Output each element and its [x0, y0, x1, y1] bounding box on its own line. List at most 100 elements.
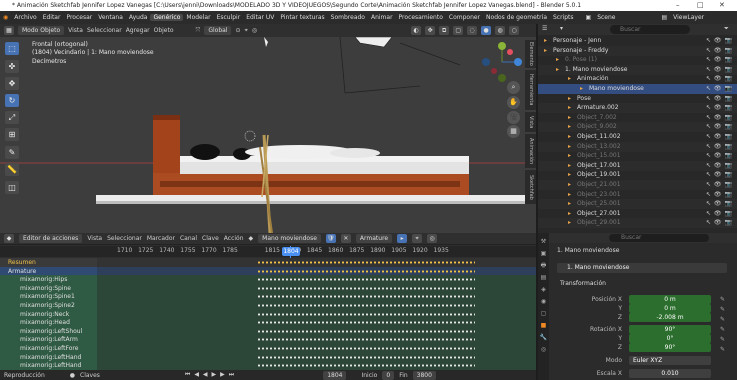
outliner-row[interactable]: ▸ Object_19.001 ↖👁📷 [538, 170, 737, 180]
expand-arrow-icon[interactable]: ▸ [568, 199, 571, 209]
tool-move[interactable]: ✥ [5, 77, 19, 90]
outliner-row[interactable]: ▸ Object_29.001 ↖👁📷 [538, 218, 737, 229]
workspace-tab-editar-uv[interactable]: Editar UV [243, 14, 277, 21]
outliner-row[interactable]: ▸ Object_23.001 ↖👁📷 [538, 190, 737, 200]
visibility-toggle-icons[interactable]: ↖👁📷 [706, 122, 735, 132]
outliner-row[interactable]: ▸ Personaje - Jenn ↖👁📷 [538, 36, 737, 46]
keyframe-markers[interactable] [257, 278, 475, 282]
tool-rotate[interactable]: ↻ [5, 94, 19, 107]
ortho-grid-icon[interactable]: ▦ [507, 125, 520, 138]
outliner-row[interactable]: ▸ Object_21.001 ↖👁📷 [538, 180, 737, 190]
workspace-tab-nodos[interactable]: Nodos de geometría [483, 14, 550, 21]
proportional-icon[interactable]: ◎ [427, 234, 438, 243]
outliner-row[interactable]: ▸ Object_25.001 ↖👁📷 [538, 199, 737, 210]
filter-only-selected-icon[interactable]: ▸ [397, 234, 408, 243]
outliner-row[interactable]: ▸ 1. Mano moviendose ↖👁📷 [538, 64, 737, 75]
keyframe-markers[interactable] [257, 338, 475, 342]
expand-arrow-icon[interactable]: ▸ [568, 122, 571, 132]
expand-arrow-icon[interactable]: ▸ [568, 94, 571, 104]
workspace-tab-modelar[interactable]: Modelar [183, 14, 213, 21]
expand-arrow-icon[interactable]: ▸ [568, 180, 571, 190]
end-frame-field[interactable]: 3800 [412, 370, 436, 380]
outliner-row[interactable]: ▸ Object_13.002 ↖👁📷 [538, 141, 737, 152]
workspace-tab-esculpir[interactable]: Esculpir [214, 14, 244, 21]
keyframe-track[interactable] [97, 361, 536, 371]
proportional-edit-icon[interactable]: ◎ [252, 27, 257, 34]
dopesheet-menu-accion[interactable]: Acción [224, 235, 244, 242]
sidebar-tab-elemento[interactable]: Elemento [525, 40, 536, 68]
expand-arrow-icon[interactable]: ▸ [568, 190, 571, 200]
outliner-row[interactable]: ▸ Pose ↖👁📷 [538, 94, 737, 104]
properties-search-input[interactable]: Buscar [609, 234, 709, 242]
outliner-search-input[interactable]: Buscar [610, 25, 690, 34]
outliner-row[interactable]: ▸ Object_27.001 ↖👁📷 [538, 209, 737, 219]
rotation-x-field[interactable]: 90° [629, 325, 711, 334]
properties-editor[interactable]: ⚒ ▣ 🖶 ▤ ◈ ◉ ▢ ■ 🔧 ◎ Buscar 1. Mano movie… [538, 233, 737, 380]
viewport-menu-agregar[interactable]: Agregar [126, 27, 150, 34]
tool-scale[interactable]: ⤢ [5, 111, 19, 124]
armature-slot-field[interactable]: Armature [355, 234, 393, 243]
expand-arrow-icon[interactable]: ▸ [568, 113, 571, 123]
current-frame-field[interactable]: 1804 [323, 370, 347, 380]
scale-x-field[interactable]: 0.010 [629, 369, 711, 378]
workspace-tab-animar[interactable]: Animar [368, 14, 396, 21]
workspace-tab-sombreado[interactable]: Sombreado [328, 14, 368, 21]
maximize-icon[interactable]: □ [697, 0, 704, 11]
bone-channel[interactable]: mixamorig:LeftHand [0, 361, 97, 371]
menu-ventana[interactable]: Ventana [95, 14, 126, 21]
keyframe-markers[interactable] [257, 295, 475, 299]
visibility-toggle-icons[interactable]: ↖👁📷 [706, 161, 735, 171]
blender-logo-icon[interactable]: ◉ [0, 14, 11, 21]
location-z-field[interactable]: -2.008 m [629, 313, 711, 322]
visibility-toggle-icons[interactable]: ↖👁📷 [706, 218, 735, 228]
visibility-toggle-icons[interactable]: ↖👁📷 [706, 46, 735, 56]
frame-ruler[interactable]: 1710172517401755177017851815183018451860… [0, 246, 536, 257]
playback-menu[interactable]: Reproducción [4, 372, 45, 379]
expand-arrow-icon[interactable]: ▸ [556, 55, 559, 65]
workspace-tab-procesamiento[interactable]: Procesamiento [396, 14, 446, 21]
outliner-row[interactable]: ▸ Object_17.001 ↖👁📷 [538, 160, 737, 171]
sidebar-tab-sketchfab[interactable]: Sketchfab [525, 170, 536, 204]
expand-arrow-icon[interactable]: ▸ [568, 132, 571, 142]
shading-material-icon[interactable]: ◍ [495, 26, 506, 35]
workspace-tab-scripts[interactable]: Scripts [550, 14, 577, 21]
editor-type-icon[interactable]: ▦ [4, 26, 14, 35]
viewlayer-name[interactable]: ViewLayer [670, 14, 707, 21]
visibility-toggle-icons[interactable]: ↖👁📷 [706, 132, 735, 142]
viewport-menu-objeto[interactable]: Objeto [154, 27, 174, 34]
shading-solid-icon[interactable]: ● [481, 26, 492, 35]
pan-hand-icon[interactable]: ✋ [507, 96, 520, 109]
sidebar-tab-vista[interactable]: Vista [525, 112, 536, 132]
keying-icon[interactable]: ● [70, 372, 75, 379]
menu-ayuda[interactable]: Ayuda [126, 14, 151, 21]
keyframe-markers[interactable] [257, 312, 475, 316]
view-layer-props-icon[interactable]: ▤ [538, 272, 549, 284]
menu-archivo[interactable]: Archivo [11, 14, 39, 21]
unlink-action-icon[interactable]: ✕ [340, 234, 351, 243]
expand-arrow-icon[interactable]: ▸ [556, 65, 559, 75]
keyframe-markers[interactable] [257, 347, 475, 350]
visibility-toggle-icons[interactable]: ↖👁📷 [706, 84, 735, 94]
current-frame-indicator[interactable]: 1804 [282, 247, 300, 256]
visibility-toggle-icons[interactable]: ↖👁📷 [706, 209, 735, 219]
action-editor[interactable]: ◆ Editor de acciones Vista Seleccionar M… [0, 233, 536, 380]
tool-select-box[interactable]: ⬚ [5, 42, 19, 55]
workspace-tab-generico[interactable]: Genérico [150, 14, 184, 21]
visibility-toggle-icons[interactable]: ↖👁📷 [706, 170, 735, 180]
expand-arrow-icon[interactable]: ▸ [568, 151, 571, 161]
orientation-icon[interactable]: ⤧ [196, 27, 201, 35]
rotation-mode-dropdown[interactable]: Euler XYZ [629, 356, 711, 365]
keyframe-markers[interactable] [257, 364, 475, 368]
outliner-row[interactable]: ▸ 0. Pose (1) ↖👁📷 [538, 55, 737, 65]
render-props-icon[interactable]: ▣ [538, 248, 549, 260]
viewport-menu-vista[interactable]: Vista [68, 27, 83, 34]
lock-rotation-icons[interactable]: ✎ ✎ ✎ [720, 325, 725, 355]
visibility-toggle-icons[interactable]: ↖👁📷 [706, 151, 735, 161]
workspace-tab-componer[interactable]: Componer [446, 14, 483, 21]
tool-props-icon[interactable]: ⚒ [538, 236, 549, 248]
pivot-icon[interactable]: ⊙ [235, 27, 240, 34]
visibility-toggle-icons[interactable]: ↖👁📷 [706, 55, 735, 65]
mode-dropdown[interactable]: Modo Objeto [18, 26, 65, 35]
outliner-row[interactable]: ▸ Mano moviendose ↖👁📷 [538, 84, 737, 94]
visibility-toggle-icons[interactable]: ↖👁📷 [706, 103, 735, 113]
